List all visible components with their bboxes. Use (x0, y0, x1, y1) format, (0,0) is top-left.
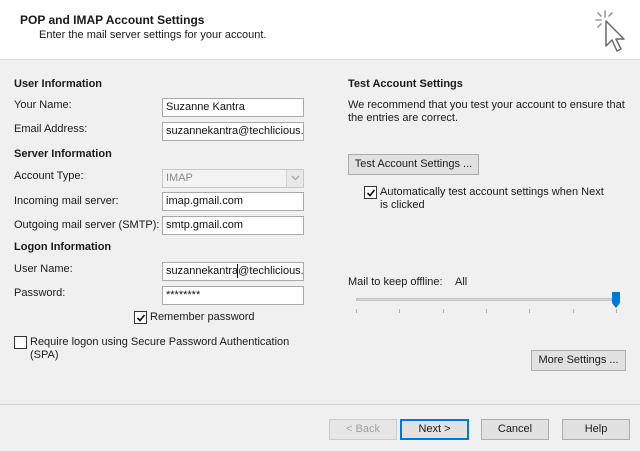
logon-info-heading: Logon Information (14, 241, 112, 253)
password-input[interactable]: ******** (162, 286, 304, 305)
your-name-input[interactable]: Suzanne Kantra (162, 98, 304, 117)
cursor-click-icon (595, 10, 625, 52)
dropdown-arrow (286, 170, 303, 187)
account-type-label: Account Type: (14, 170, 84, 182)
auto-test-checkbox[interactable] (364, 186, 377, 199)
slider-tick (356, 309, 357, 313)
server-info-heading: Server Information (14, 148, 112, 160)
offline-slider-track[interactable] (356, 298, 618, 301)
offline-slider-thumb[interactable] (612, 292, 620, 308)
account-type-value: IMAP (166, 172, 193, 184)
user-name-label: User Name: (14, 263, 73, 275)
footer-divider (0, 404, 640, 405)
password-label: Password: (14, 287, 66, 299)
page-subtitle: Enter the mail server settings for your … (39, 29, 267, 41)
slider-tick (573, 309, 574, 313)
cancel-button[interactable]: Cancel (481, 419, 549, 440)
checkmark-icon (366, 189, 376, 197)
incoming-server-input[interactable]: imap.gmail.com (162, 192, 304, 211)
auto-test-label: Automatically test account settings when… (380, 186, 604, 198)
text-cursor (237, 264, 238, 278)
offline-value: All (455, 276, 468, 288)
outgoing-server-input[interactable]: smtp.gmail.com (162, 216, 304, 235)
slider-tick (529, 309, 530, 313)
auto-test-label-continued: is clicked (380, 199, 425, 211)
remember-password-checkbox[interactable] (134, 311, 147, 324)
test-settings-description: We recommend that you test your account … (348, 99, 625, 111)
spa-checkbox[interactable] (14, 336, 27, 349)
slider-tick (443, 309, 444, 313)
slider-tick (616, 309, 617, 313)
your-name-label: Your Name: (14, 99, 72, 111)
incoming-server-label: Incoming mail server: (14, 195, 119, 207)
outgoing-server-label: Outgoing mail server (SMTP): (14, 219, 160, 231)
user-info-heading: User Information (14, 78, 103, 90)
user-name-input[interactable]: suzannekantra@techlicious. (162, 262, 304, 281)
page-title: POP and IMAP Account Settings (20, 13, 205, 27)
back-button[interactable]: < Back (329, 419, 397, 440)
more-settings-button[interactable]: More Settings ... (531, 350, 626, 371)
test-settings-description-continued: the entries are correct. (348, 112, 459, 124)
remember-password-label: Remember password (150, 311, 255, 323)
test-account-settings-button[interactable]: Test Account Settings ... (348, 154, 479, 175)
test-settings-heading: Test Account Settings (348, 78, 463, 90)
spa-label: Require logon using Secure Password Auth… (30, 336, 290, 348)
next-button[interactable]: Next > (400, 419, 469, 440)
dialog-header: POP and IMAP Account Settings Enter the … (0, 0, 640, 60)
help-button[interactable]: Help (562, 419, 630, 440)
account-type-select: IMAP (162, 169, 304, 188)
offline-label: Mail to keep offline: (348, 276, 443, 288)
spa-label-continued: (SPA) (30, 349, 59, 361)
slider-tick (486, 309, 487, 313)
chevron-down-icon (291, 175, 300, 181)
email-address-input[interactable]: suzannekantra@techlicious. (162, 122, 304, 141)
slider-tick (399, 309, 400, 313)
checkmark-icon (136, 314, 146, 322)
email-address-label: Email Address: (14, 123, 88, 135)
